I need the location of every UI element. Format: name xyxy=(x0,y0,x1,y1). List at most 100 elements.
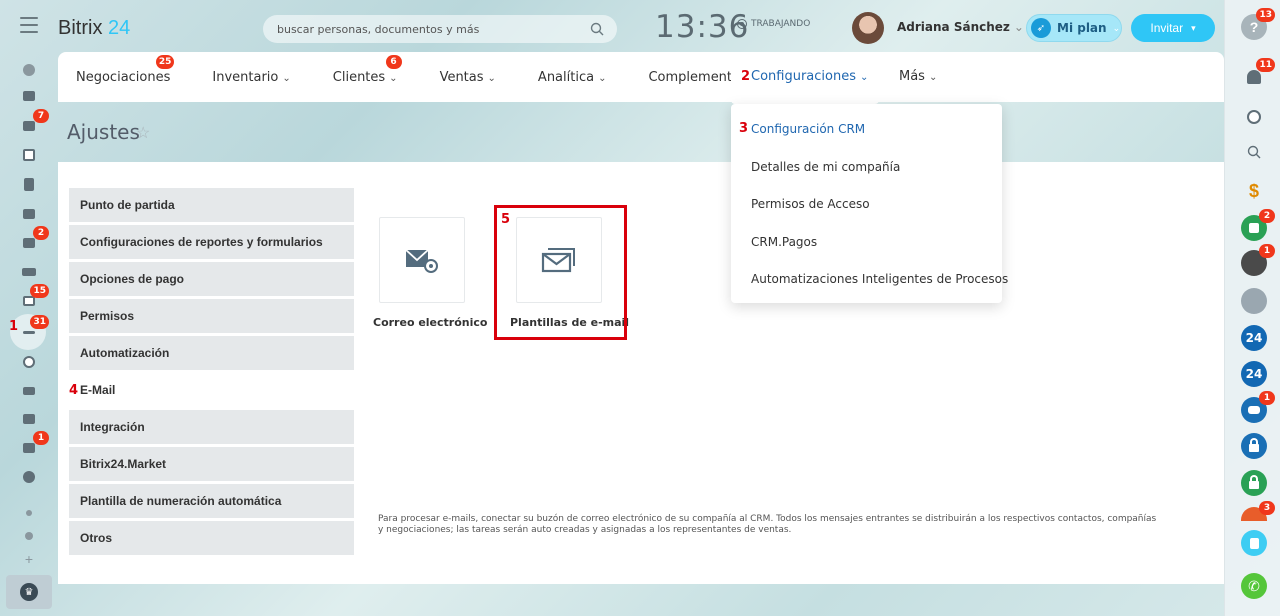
right-search-button[interactable] xyxy=(1241,139,1267,165)
nav-item-other[interactable]: Otros xyxy=(69,521,354,555)
email-tile[interactable] xyxy=(379,217,465,303)
annotation-5: 5 xyxy=(501,212,511,227)
contact-chat-2[interactable]: 1 xyxy=(1241,244,1275,276)
sidebar-add[interactable]: + xyxy=(18,548,40,570)
lock-icon xyxy=(1249,475,1259,489)
user-name: Adriana Sánchez xyxy=(897,20,1010,34)
group-chat[interactable]: 1 xyxy=(1241,391,1275,423)
plus-icon: + xyxy=(24,551,34,567)
bitrix24-chat-2[interactable]: 24 xyxy=(1241,361,1267,387)
email-tile-label[interactable]: Correo electrónico xyxy=(373,316,487,329)
clients-badge: 6 xyxy=(385,54,402,69)
nav-item-numbering-template[interactable]: Plantilla de numeración automática xyxy=(69,484,354,518)
search-icon[interactable] xyxy=(589,21,605,37)
chevron-down-icon: ⌄ xyxy=(487,72,496,84)
sidebar-item-tasks-board[interactable] xyxy=(18,85,40,107)
user-menu[interactable]: Adriana Sánchez ⌄ xyxy=(897,20,1024,34)
more-chats[interactable]: 3 xyxy=(1241,501,1275,521)
nav-label: Automatización xyxy=(80,346,170,360)
sidebar-item-groups[interactable] xyxy=(18,261,40,283)
search-input[interactable] xyxy=(277,22,577,36)
sidebar-item-mail[interactable]: 2 xyxy=(18,226,49,254)
menu-label: Configuraciones xyxy=(751,69,856,84)
nav-label: E-Mail xyxy=(80,383,116,397)
menu-icon[interactable] xyxy=(20,17,38,33)
sidebar-item-contacts[interactable] xyxy=(18,408,40,430)
b24-label: 24 xyxy=(1245,331,1263,345)
menu-item-analytics[interactable]: Analítica ⌄ xyxy=(538,70,607,85)
nav-item-permissions[interactable]: Permisos xyxy=(69,299,354,333)
mail-icon xyxy=(23,238,35,248)
rocket-icon: ➶ xyxy=(1031,18,1051,38)
locked-chat-2[interactable] xyxy=(1241,470,1267,496)
invite-label: Invitar xyxy=(1150,21,1184,35)
sidebar-settings[interactable] xyxy=(18,525,40,547)
sidebar-item-store[interactable] xyxy=(18,380,40,402)
sidebar-item-marketing[interactable] xyxy=(18,351,40,373)
sidebar-item-bots[interactable]: 1 xyxy=(18,431,49,459)
help-button[interactable]: ? 13 xyxy=(1241,8,1275,40)
nav-item-automation[interactable]: Automatización xyxy=(69,336,354,370)
nav-label: Bitrix24.Market xyxy=(80,457,167,471)
nav-item-market[interactable]: Bitrix24.Market xyxy=(69,447,354,481)
contact-chat-3[interactable] xyxy=(1241,288,1267,314)
nav-label: Configuraciones de reportes y formulario… xyxy=(80,235,323,249)
nav-item-reports-forms[interactable]: Configuraciones de reportes y formulario… xyxy=(69,225,354,259)
sidebar-item-calendar[interactable] xyxy=(18,144,40,166)
menu-item-more[interactable]: Más ⌄ xyxy=(899,69,937,84)
dropdown-item-crm-settings[interactable]: Configuración CRM xyxy=(751,122,865,136)
notifications-button[interactable]: 11 xyxy=(1241,58,1275,90)
sidebar-item-sites[interactable] xyxy=(18,502,40,524)
nav-item-integration[interactable]: Integración xyxy=(69,410,354,444)
star-icon[interactable]: ☆ xyxy=(136,123,150,143)
menu-label: Negociaciones xyxy=(76,69,171,85)
menu-item-sales[interactable]: Ventas ⌄ xyxy=(440,70,496,85)
documents-button[interactable] xyxy=(1241,530,1267,556)
menu-item-deals[interactable]: Negociaciones 25 xyxy=(76,54,175,85)
nav-label: Integración xyxy=(80,420,145,434)
locked-chat-1[interactable] xyxy=(1241,433,1267,459)
chat-history-button[interactable] xyxy=(1241,104,1267,130)
menu-item-inventory[interactable]: Inventario ⌄ xyxy=(212,70,290,85)
user-avatar[interactable] xyxy=(852,12,884,44)
help-badge: 13 xyxy=(1256,8,1275,22)
nav-item-payment-options[interactable]: Opciones de pago xyxy=(69,262,354,296)
work-status[interactable]: TRABAJANDO xyxy=(737,19,810,29)
sidebar-item-crm[interactable]: 31 xyxy=(18,315,49,343)
nav-label: Otros xyxy=(80,531,113,545)
dropdown-item-crm-payments[interactable]: CRM.Pagos xyxy=(751,235,817,249)
feed-icon xyxy=(23,64,35,76)
clock[interactable]: 13:36 xyxy=(655,9,749,45)
nav-item-start[interactable]: Punto de partida xyxy=(69,188,354,222)
dropdown-item-smart-automation[interactable]: Automatizaciones Inteligentes de Proceso… xyxy=(751,272,1008,286)
my-plan-button[interactable]: ➶ Mi plan ⌄ xyxy=(1026,14,1122,42)
sidebar-item-tasks[interactable]: 15 xyxy=(18,284,49,312)
dropdown-item-company-details[interactable]: Detalles de mi compañía xyxy=(751,160,900,174)
sidebar-item-feed[interactable] xyxy=(18,59,40,81)
search-bar[interactable] xyxy=(263,15,617,43)
crm-top-menu: Negociaciones 25 Inventario ⌄ Clientes ⌄ 6 V… xyxy=(58,52,1224,102)
sidebar-item-messages[interactable]: 7 xyxy=(18,109,49,137)
call-button[interactable]: ✆ xyxy=(1241,573,1267,599)
menu-label: Inventario xyxy=(212,69,279,85)
invite-button[interactable]: Invitar ▾ xyxy=(1131,14,1215,42)
menu-item-settings[interactable]: Configuraciones ⌄ xyxy=(751,69,868,84)
filter-icon xyxy=(23,330,35,334)
settings-nav: Punto de partida Configuraciones de repo… xyxy=(69,188,354,558)
sidebar-item-drive[interactable] xyxy=(18,203,40,225)
nav-label: Permisos xyxy=(80,309,135,323)
sidebar-more[interactable] xyxy=(18,466,40,488)
bitrix24-chat-1[interactable]: 24 xyxy=(1241,325,1267,351)
drive-icon xyxy=(23,209,35,219)
crm-badge: 31 xyxy=(30,315,49,329)
sidebar-plan-button[interactable]: ♛ xyxy=(6,575,52,609)
app-logo[interactable]: Bitrix 24 xyxy=(58,17,130,40)
sidebar-item-documents[interactable] xyxy=(18,173,40,195)
menu-label: Clientes xyxy=(332,69,386,85)
contact-chat-1[interactable]: 2 xyxy=(1241,209,1275,241)
menu-item-clients[interactable]: Clientes ⌄ 6 xyxy=(332,54,402,85)
dropdown-item-access-permissions[interactable]: Permisos de Acceso xyxy=(751,197,870,211)
email-help-text: Para procesar e-mails, conectar su buzón… xyxy=(378,514,1157,535)
sales-bot-button[interactable]: $ xyxy=(1241,178,1267,204)
nav-item-email[interactable]: 4 E-Mail xyxy=(69,373,354,407)
